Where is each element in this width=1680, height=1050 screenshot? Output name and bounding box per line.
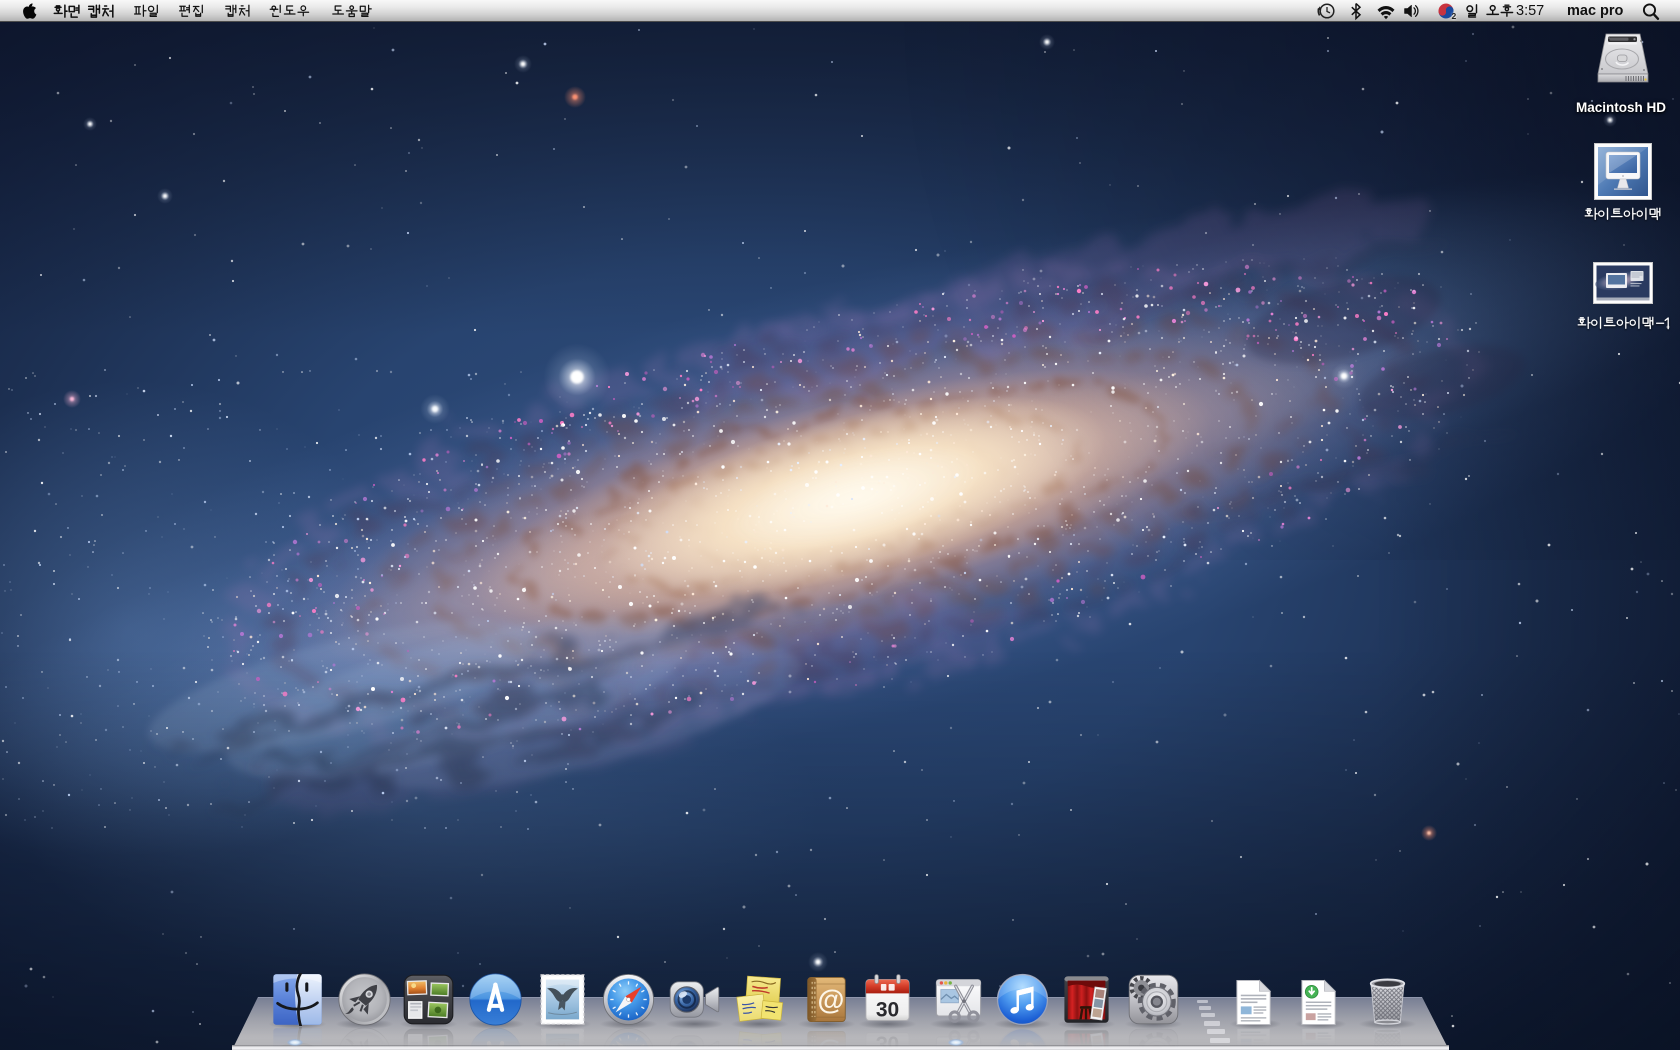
- svg-text:2: 2: [1452, 11, 1457, 21]
- svg-text:@: @: [817, 984, 844, 1015]
- svg-text:30: 30: [876, 999, 899, 1022]
